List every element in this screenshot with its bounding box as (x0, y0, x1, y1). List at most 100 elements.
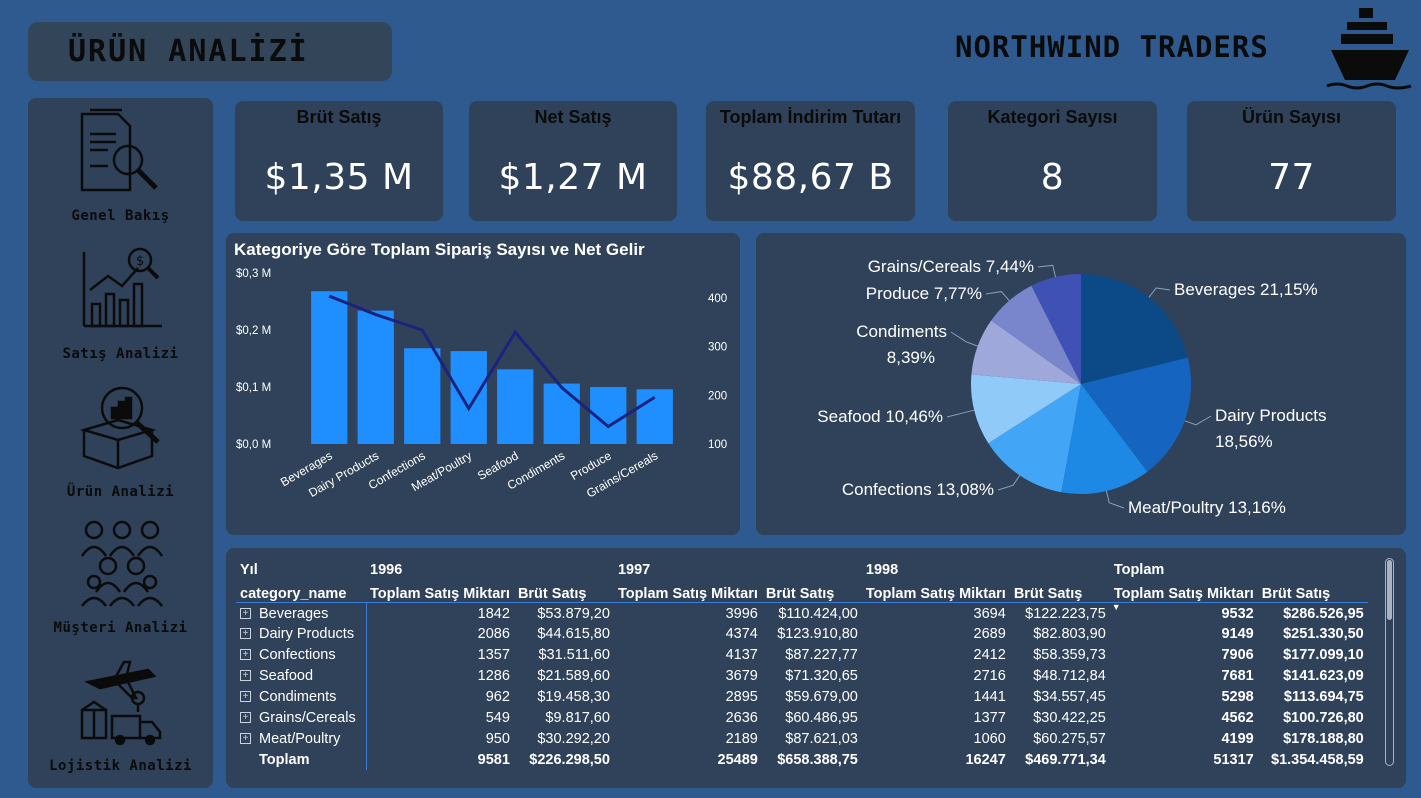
pie-slice-label: Meat/Poultry 13,16% (1128, 498, 1286, 517)
brand-name: NORTHWIND TRADERS (955, 30, 1269, 64)
category-name: Meat/Poultry (259, 730, 341, 747)
category-combo-chart-panel: Kategoriye Göre Toplam Sipariş Sayısı ve… (226, 233, 740, 535)
kpi-value: $1,27 M (498, 157, 648, 198)
qty-cell: 962 (485, 688, 510, 705)
gross-cell: $1.354.458,59 (1271, 751, 1364, 768)
category-cell[interactable]: + Grains/Cereals (236, 707, 367, 728)
product-box-icon (79, 386, 160, 470)
y-axis-tick-label: $0,0 M (236, 439, 271, 451)
kpi-card-brut-satis: Brüt Satış $1,35 M (235, 101, 443, 221)
gross-cell: $113.694,75 (1283, 688, 1364, 705)
kpi-title: Brüt Satış (296, 107, 382, 127)
bar-beverages (311, 291, 348, 444)
category-cell[interactable]: + Condiments (236, 686, 367, 707)
qty-cell: 1286 (477, 667, 510, 684)
qty-cell: 7906 (1221, 646, 1254, 663)
qty-cell: 4137 (725, 646, 758, 663)
category-name: Condiments (259, 688, 337, 705)
kpi-title: Toplam İndirim Tutarı (719, 107, 902, 127)
qty-cell: 1060 (973, 730, 1006, 747)
qty-cell: 2086 (477, 625, 510, 642)
nav-lojistik-analizi[interactable]: Lojistik Analizi (28, 658, 213, 786)
gross-cell: $177.099,10 (1283, 646, 1364, 663)
expand-icon[interactable]: + (240, 733, 251, 745)
pie-slice-label: Beverages 21,15% (1174, 280, 1318, 299)
category-cell[interactable]: + Meat/Poultry (236, 728, 367, 749)
category-cell[interactable]: + Seafood (236, 665, 367, 686)
expand-icon[interactable]: + (240, 691, 251, 703)
category-cell[interactable]: + Beverages (236, 602, 367, 623)
expand-icon[interactable]: + (240, 670, 251, 682)
column-header-gross[interactable]: Brüt Satış (1010, 578, 1110, 602)
sales-chart-icon: $ (82, 247, 162, 328)
nav-genel-bakis[interactable]: Genel Bakış (28, 108, 213, 236)
column-header-gross[interactable]: Brüt Satış (1258, 578, 1368, 602)
qty-cell: 3694 (973, 605, 1006, 622)
page-title-box: ÜRÜN ANALİZİ (28, 22, 392, 81)
gross-cell: $60.275,57 (1033, 730, 1106, 747)
gross-cell: $87.227,77 (785, 646, 858, 663)
category-cell[interactable]: + Dairy Products (236, 623, 367, 644)
gross-cell: $251.330,50 (1283, 625, 1364, 642)
combo-chart[interactable]: $0,0 M$0,1 M$0,2 M$0,3 M100200300400Beve… (226, 233, 740, 535)
category-pie-chart-panel: Beverages 21,15% Dairy Products 18,56% Meat… (756, 233, 1406, 535)
expand-icon[interactable]: + (240, 628, 251, 640)
column-header-gross[interactable]: Brüt Satış (514, 578, 614, 602)
qty-cell: 1357 (477, 646, 510, 663)
qty-cell: 7681 (1221, 667, 1254, 684)
pie-leader-line (1184, 415, 1212, 426)
logistics-truck-icon (80, 660, 162, 746)
column-header-qty[interactable]: Toplam Satış Miktarı (862, 578, 1010, 602)
category-cell[interactable]: + Confections (236, 644, 367, 665)
category-matrix-panel: Yıl 1996 1997 1998 Toplam category_name … (226, 548, 1406, 788)
category-name: Toplam (259, 751, 310, 768)
table-row: + Beverages 1842 $53.879,20 3996 $110.424,00 3… (236, 602, 1368, 623)
column-header-qty-sorted[interactable]: Toplam Satış Miktarı ▼ (1110, 578, 1258, 612)
qty-cell: 950 (485, 730, 510, 747)
nav-satis-analizi[interactable]: $ Satış Analizi (28, 246, 213, 374)
gross-cell: $100.726,80 (1283, 709, 1364, 726)
qty-cell: 9149 (1221, 625, 1254, 642)
kpi-card-kategori-sayisi: Kategori Sayısı 8 (948, 101, 1157, 221)
pie-slice-label: Produce 7,77% (866, 284, 982, 303)
column-header-qty[interactable]: Toplam Satış Miktarı (614, 578, 762, 602)
expand-icon[interactable]: + (240, 649, 251, 661)
table-row: + Confections 1357 $31.511,60 4137 $87.227,77… (236, 644, 1368, 665)
qty-cell: 4199 (1221, 730, 1254, 747)
nav-label: Ürün Analizi (66, 484, 175, 500)
column-header-gross[interactable]: Brüt Satış (762, 578, 862, 602)
pie-leader-line (985, 291, 1010, 302)
bar-seafood (497, 369, 534, 444)
gross-cell: $110.424,00 (778, 605, 858, 622)
qty-cell: 549 (485, 709, 510, 726)
year-header-1996: 1996 (370, 562, 403, 578)
sales-matrix: Yıl 1996 1997 1998 Toplam category_name … (236, 558, 1368, 770)
qty-cell: 1441 (973, 688, 1006, 705)
category-name: Seafood (259, 667, 314, 684)
gross-cell: $21.589,60 (537, 667, 610, 684)
gross-cell: $123.910,80 (777, 625, 858, 642)
year-header-1998: 1998 (865, 562, 899, 578)
scrollbar-thumb[interactable] (1387, 560, 1392, 620)
nav-label: Satış Analizi (62, 346, 179, 362)
nav-urun-analizi[interactable]: Ürün Analizi (28, 384, 213, 512)
year-header-total: Toplam (1113, 562, 1165, 578)
expand-icon[interactable]: + (240, 712, 251, 724)
qty-cell: 4374 (725, 625, 758, 642)
pie-leader-line (1148, 287, 1171, 298)
gross-cell: $30.422,25 (1033, 709, 1106, 726)
column-header-qty[interactable]: Toplam Satış Miktarı (366, 578, 514, 602)
pie-chart[interactable]: Beverages 21,15% Dairy Products 18,56% Meat… (756, 233, 1406, 535)
nav-musteri-analizi[interactable]: Müşteri Analizi (28, 520, 213, 648)
kpi-value: 8 (1040, 157, 1065, 198)
qty-cell: 2189 (725, 730, 758, 747)
kpi-card-indirim-tutari: Toplam İndirim Tutarı $88,67 B (706, 101, 915, 221)
qty-cell: 2412 (973, 646, 1006, 663)
qty-cell: 9581 (477, 751, 510, 768)
expand-icon[interactable]: + (240, 608, 251, 620)
ship-logo-icon (1326, 8, 1412, 90)
vertical-scrollbar[interactable] (1385, 558, 1394, 766)
column-header-category[interactable]: category_name (236, 578, 366, 602)
sort-desc-icon: ▼ (1111, 601, 1121, 612)
qty-cell: 25489 (717, 751, 758, 768)
